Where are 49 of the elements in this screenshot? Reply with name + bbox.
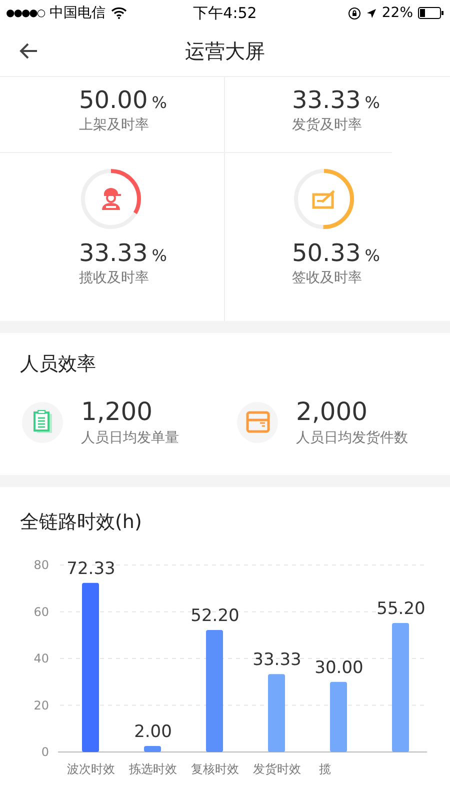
rate-label: 上架及时率: [79, 116, 150, 134]
axis-tick-label: 80: [34, 558, 49, 572]
wifi-icon: [110, 7, 127, 19]
bar-value-label: 52.20: [190, 606, 240, 626]
metric-value: 1,200: [81, 397, 154, 427]
axis-category-label: 波次时效: [67, 762, 115, 776]
axis-category-label: 发货时效: [253, 762, 301, 776]
page-title: 运营大屏: [185, 38, 265, 64]
box-icon: [246, 411, 270, 433]
metric-value: 2,000: [296, 397, 369, 427]
metric-label: 人员日均发单量: [81, 429, 179, 447]
percent-unit: %: [152, 93, 167, 112]
location-arrow-icon: [366, 8, 377, 18]
battery-percent: 22%: [382, 5, 413, 21]
percent-unit: %: [152, 246, 167, 265]
courier-icon: [100, 187, 122, 211]
rate-label: 发货及时率: [292, 116, 363, 134]
carrier-name: 中国电信: [50, 4, 106, 22]
axis-tick-label: 0: [41, 745, 49, 759]
rate-value: 50.00: [79, 86, 148, 114]
rate-value: 33.33: [292, 86, 361, 114]
clock-time: 下午4:52: [193, 4, 257, 22]
rotation-lock-icon: [348, 6, 361, 20]
rate-label: 揽收及时率: [79, 269, 150, 287]
axis-category-label: 复核时效: [191, 762, 239, 776]
signal-dots: ●●●●○: [6, 8, 45, 18]
section-title: 全链路时效(h): [19, 510, 143, 535]
chart-bar: [144, 746, 161, 752]
bar-value-label: 33.33: [252, 650, 302, 670]
bar-value-label: 55.20: [376, 598, 426, 619]
rate-value: 33.33: [79, 239, 148, 267]
rate-label: 签收及时率: [292, 269, 363, 287]
metric-label: 人员日均发货件数: [296, 429, 408, 447]
clipboard-icon: [32, 410, 52, 434]
percent-unit: %: [364, 246, 380, 265]
bar-value-label: 30.00: [314, 658, 364, 678]
signature-board-icon: [312, 189, 336, 209]
percent-unit: %: [364, 93, 380, 112]
chart-bar: [330, 682, 347, 752]
bar-value-label: 72.33: [66, 558, 116, 579]
axis-category-label: 揽: [319, 762, 331, 776]
axis-tick-label: 60: [34, 604, 49, 619]
bar-value-label: 2.00: [134, 722, 172, 742]
axis-tick-label: 20: [34, 698, 49, 712]
section-title: 人员效率: [20, 352, 97, 377]
rate-value: 50.33: [292, 239, 361, 267]
axis-category-label: 拣选时效: [129, 762, 177, 776]
axis-tick-label: 40: [34, 652, 49, 666]
battery-icon: [418, 7, 444, 19]
